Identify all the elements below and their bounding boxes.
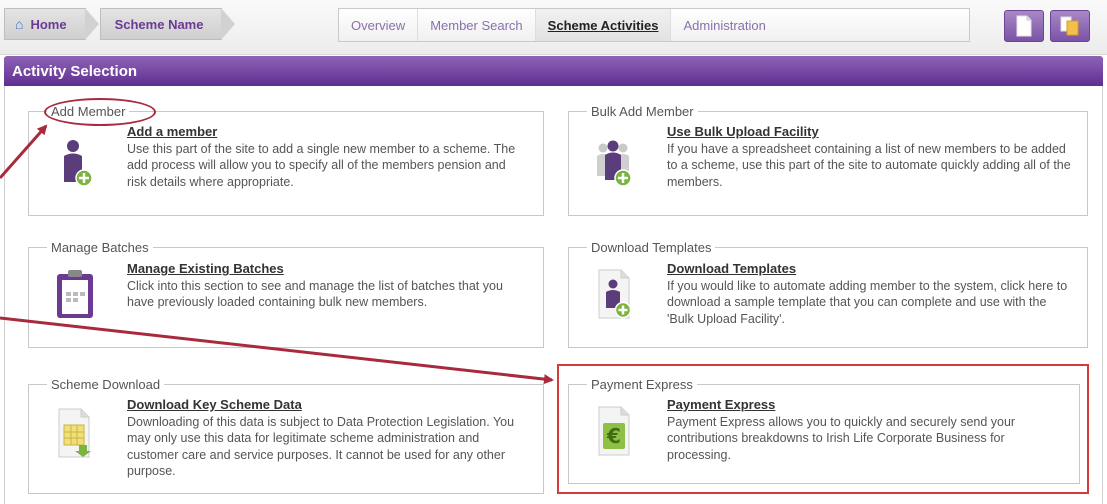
section-title: Activity Selection — [12, 62, 138, 80]
download-templates-description: If you would like to automate adding mem… — [667, 278, 1068, 326]
download-templates-legend: Download Templates — [587, 240, 716, 255]
add-member-panel: Add Member Add a member Use this part of… — [28, 104, 544, 216]
bulk-add-members-icon — [593, 138, 637, 190]
top-navigation-bar: ⌂ Home Scheme Name Overview Member Searc… — [0, 0, 1107, 55]
template-download-icon — [593, 268, 637, 320]
tab-scheme-activities[interactable]: Scheme Activities — [535, 9, 672, 41]
add-member-link[interactable]: Add a member — [127, 124, 527, 141]
bulk-add-member-legend: Bulk Add Member — [587, 104, 698, 119]
breadcrumb-home[interactable]: ⌂ Home — [4, 8, 99, 40]
add-member-annotation-oval — [44, 98, 156, 126]
document-button[interactable] — [1004, 10, 1044, 42]
bulk-add-member-description: If you have a spreadsheet containing a l… — [667, 141, 1071, 189]
bulk-upload-link[interactable]: Use Bulk Upload Facility — [667, 124, 1071, 141]
tab-member-search[interactable]: Member Search — [418, 9, 536, 41]
download-templates-panel: Download Templates Download Templates If… — [568, 240, 1088, 348]
manage-batches-content: Manage Existing Batches Click into this … — [127, 261, 527, 311]
main-tabs: Overview Member Search Scheme Activities… — [338, 8, 970, 42]
scheme-download-content: Download Key Scheme Data Downloading of … — [127, 397, 527, 480]
breadcrumb-scheme-label: Scheme Name — [114, 16, 204, 32]
scheme-download-description: Downloading of this data is subject to D… — [127, 414, 515, 479]
bulk-add-member-content: Use Bulk Upload Facility If you have a s… — [667, 124, 1071, 190]
payment-express-highlight — [557, 364, 1089, 494]
add-member-content: Add a member Use this part of the site t… — [127, 124, 527, 190]
home-icon: ⌂ — [15, 16, 24, 32]
manage-batches-description: Click into this section to see and manag… — [127, 278, 503, 310]
manage-batches-legend: Manage Batches — [47, 240, 153, 255]
clipboard-icon — [53, 268, 97, 320]
download-templates-content: Download Templates If you would like to … — [667, 261, 1071, 327]
tab-overview[interactable]: Overview — [339, 9, 419, 41]
manage-batches-link[interactable]: Manage Existing Batches — [127, 261, 527, 278]
download-key-scheme-data-link[interactable]: Download Key Scheme Data — [127, 397, 527, 414]
document-icon — [1016, 15, 1032, 37]
bulk-add-member-panel: Bulk Add Member Use Bulk Upload Facility… — [568, 104, 1088, 216]
scheme-download-panel: Scheme Download Download Key Scheme Data… — [28, 377, 544, 494]
breadcrumb: ⌂ Home Scheme Name — [4, 8, 236, 40]
documents-swap-icon — [1060, 16, 1079, 36]
documents-swap-button[interactable] — [1050, 10, 1090, 42]
spreadsheet-download-icon — [53, 407, 97, 459]
breadcrumb-home-label: Home — [30, 16, 67, 32]
activity-selection-header: Activity Selection — [4, 56, 1103, 86]
tab-administration[interactable]: Administration — [671, 9, 777, 41]
add-member-description: Use this part of the site to add a singl… — [127, 141, 516, 189]
download-templates-link[interactable]: Download Templates — [667, 261, 1071, 278]
manage-batches-panel: Manage Batches Manage Existing Batches C… — [28, 240, 544, 348]
breadcrumb-scheme-name[interactable]: Scheme Name — [99, 8, 236, 40]
add-member-icon — [53, 138, 97, 190]
scheme-download-legend: Scheme Download — [47, 377, 165, 392]
